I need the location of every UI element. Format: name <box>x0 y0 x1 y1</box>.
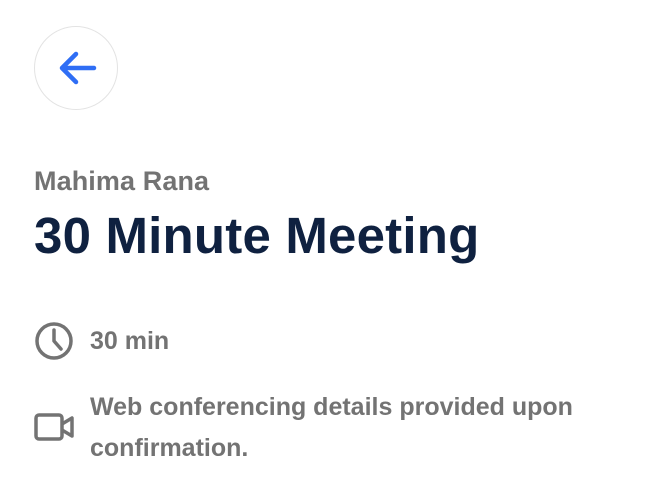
organizer-name: Mahima Rana <box>34 166 210 196</box>
arrow-left-icon <box>59 51 97 85</box>
back-button[interactable] <box>34 26 118 110</box>
duration-row: 30 min <box>34 321 169 361</box>
event-title: 30 Minute Meeting <box>34 207 480 264</box>
video-camera-icon <box>34 407 74 447</box>
location-row: Web conferencing details provided upon c… <box>34 389 630 469</box>
location-text: Web conferencing details provided upon c… <box>90 393 573 462</box>
duration-text: 30 min <box>90 327 170 355</box>
clock-icon <box>34 321 74 361</box>
